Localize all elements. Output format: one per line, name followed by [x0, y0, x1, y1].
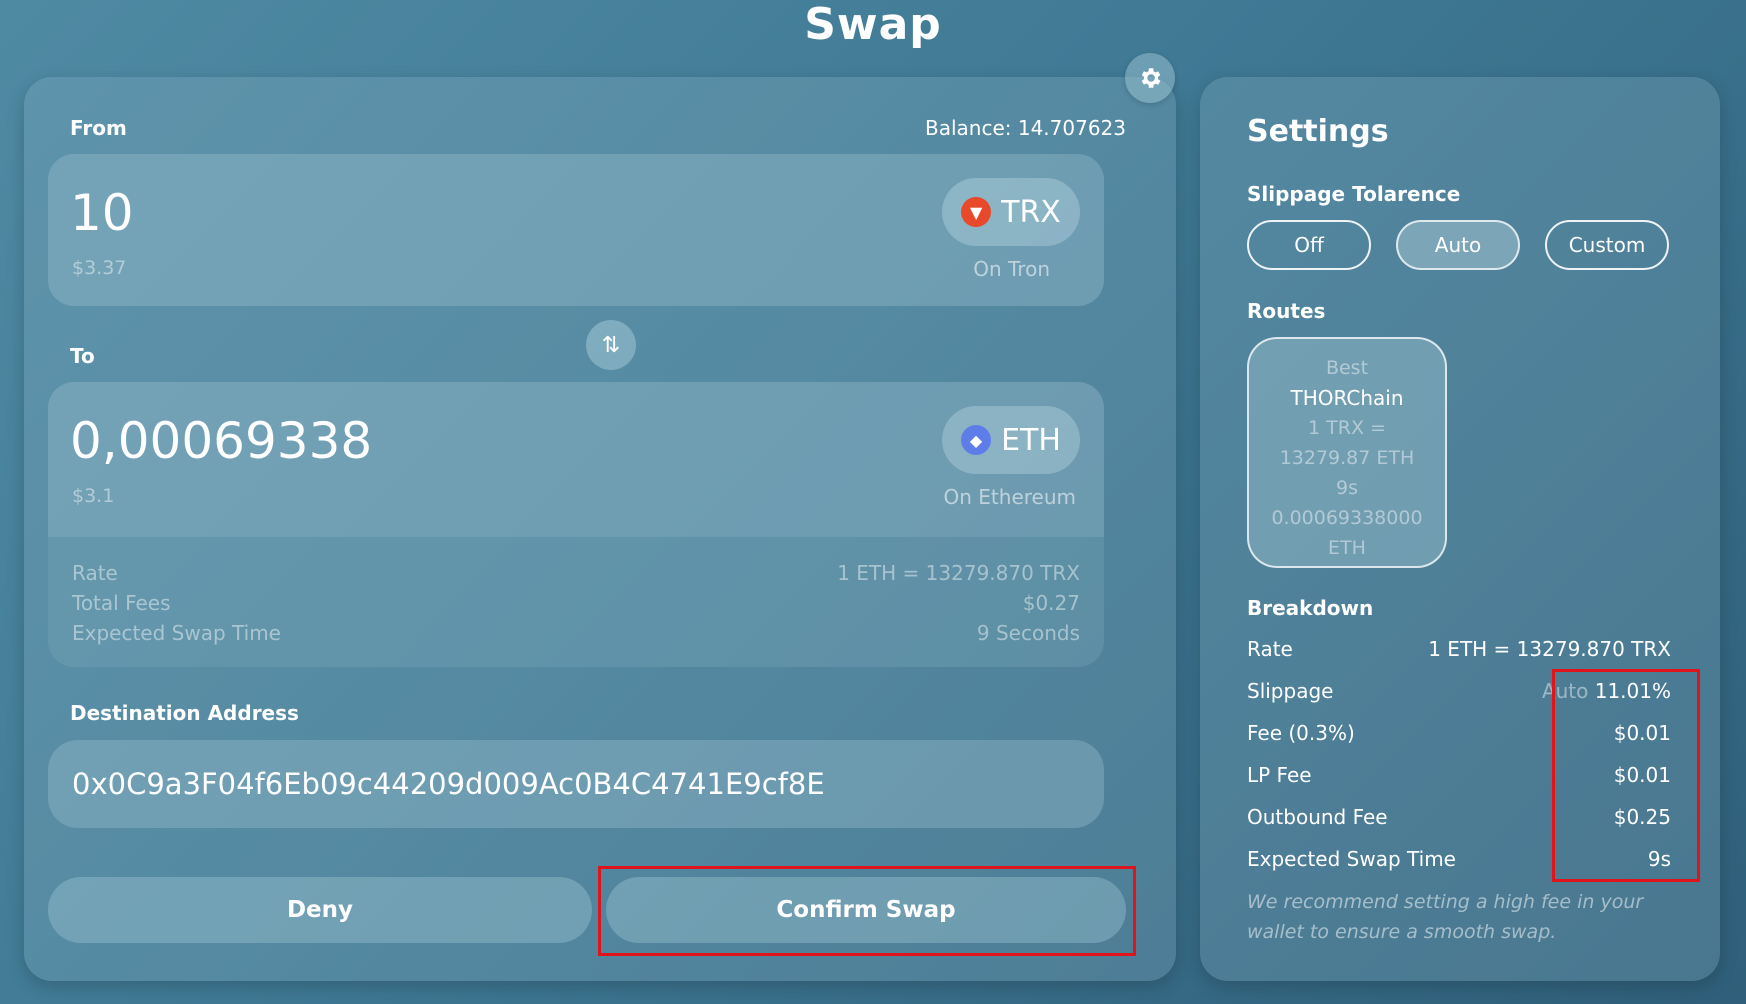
- to-usd-value: $3.1: [72, 485, 115, 507]
- breakdown-row-fee: Fee (0.3%) $0.01: [1247, 721, 1671, 745]
- slippage-auto-button[interactable]: Auto: [1396, 220, 1520, 270]
- from-label: From: [70, 116, 127, 140]
- route-rate-line2: 13279.87 ETH: [1279, 447, 1415, 469]
- to-token-symbol: ETH: [1001, 422, 1061, 458]
- slippage-off-button[interactable]: Off: [1247, 220, 1371, 270]
- from-token-box: 10 $3.37 ▼ TRX On Tron: [48, 154, 1104, 306]
- slippage-custom-button[interactable]: Custom: [1545, 220, 1669, 270]
- slippage-label: Slippage Tolarence: [1247, 182, 1461, 206]
- route-rate-line1: 1 TRX =: [1308, 417, 1386, 439]
- slippage-value: 11.01%: [1594, 679, 1671, 703]
- destination-label: Destination Address: [70, 701, 299, 725]
- breakdown-row-swap-time: Expected Swap Time 9s: [1247, 847, 1671, 871]
- summary-row-rate: Rate 1 ETH = 13279.870 TRX: [72, 561, 1080, 585]
- from-amount-input[interactable]: 10: [70, 184, 134, 242]
- route-provider: THORChain: [1290, 386, 1404, 410]
- route-time: 9s: [1336, 477, 1358, 499]
- page-title: Swap: [804, 0, 942, 50]
- route-option-thorchain[interactable]: Best THORChain 1 TRX = 13279.87 ETH 9s 0…: [1247, 337, 1447, 568]
- breakdown-row-outbound-fee: Outbound Fee $0.25: [1247, 805, 1671, 829]
- swap-arrows-icon: ⇅: [601, 332, 621, 358]
- from-token-symbol: TRX: [1001, 194, 1061, 230]
- confirm-swap-button[interactable]: Confirm Swap: [606, 877, 1126, 943]
- breakdown-row-rate: Rate 1 ETH = 13279.870 TRX: [1247, 637, 1671, 661]
- from-chain-label: On Tron: [973, 257, 1050, 281]
- breakdown-label: Breakdown: [1247, 596, 1374, 620]
- deny-button[interactable]: Deny: [48, 877, 592, 943]
- swap-summary: Rate 1 ETH = 13279.870 TRX Total Fees $0…: [48, 537, 1104, 667]
- breakdown-row-lp-fee: LP Fee $0.01: [1247, 763, 1671, 787]
- to-amount-output: 0,00069338: [70, 412, 373, 470]
- swap-direction-button[interactable]: ⇅: [586, 320, 636, 370]
- route-amount-line1: 0.00069338000: [1271, 507, 1423, 529]
- destination-address-input[interactable]: 0x0C9a3F04f6Eb09c44209d009Ac0B4C4741E9cf…: [48, 740, 1104, 828]
- settings-button[interactable]: [1125, 53, 1175, 103]
- to-token-selector[interactable]: ◆ ETH: [942, 406, 1080, 474]
- to-token-box: 0,00069338 $3.1 ◆ ETH On Ethereum: [48, 382, 1104, 537]
- balance-text: Balance: 14.707623: [924, 116, 1126, 140]
- gear-icon: [1141, 68, 1161, 88]
- fee-recommendation-note: We recommend setting a high fee in your …: [1247, 891, 1644, 943]
- to-chain-label: On Ethereum: [943, 485, 1076, 509]
- trx-coin-icon: ▼: [961, 197, 992, 227]
- settings-title: Settings: [1247, 114, 1389, 149]
- from-usd-value: $3.37: [72, 257, 127, 279]
- route-amount-line2: ETH: [1328, 537, 1366, 559]
- routes-label: Routes: [1247, 299, 1326, 323]
- breakdown-row-slippage: Slippage Auto 11.01%: [1247, 679, 1671, 703]
- from-token-selector[interactable]: ▼ TRX: [942, 178, 1080, 246]
- to-label: To: [70, 344, 95, 368]
- summary-row-swap-time: Expected Swap Time 9 Seconds: [72, 621, 1080, 645]
- eth-coin-icon: ◆: [961, 425, 992, 455]
- slippage-mode-prefix: Auto: [1541, 679, 1589, 703]
- summary-row-total-fees: Total Fees $0.27: [72, 591, 1080, 615]
- route-tag: Best: [1325, 357, 1369, 379]
